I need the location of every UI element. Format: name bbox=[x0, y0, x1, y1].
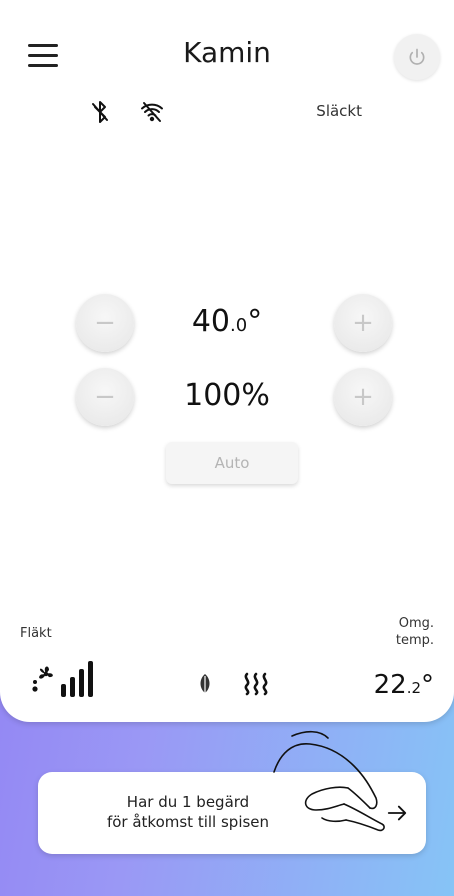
power-icon bbox=[409, 48, 425, 65]
bluetooth-off-icon bbox=[92, 101, 108, 123]
fan-label: Fläkt bbox=[20, 626, 52, 641]
plus-icon: + bbox=[352, 382, 374, 412]
plus-icon: + bbox=[352, 308, 374, 338]
ambient-temp-value: 22.2° bbox=[373, 670, 434, 700]
power-increase-button[interactable]: + bbox=[334, 368, 392, 426]
power-button[interactable] bbox=[394, 34, 440, 80]
ambient-temp-label: Omg. temp. bbox=[395, 616, 434, 648]
auto-button[interactable]: Auto bbox=[166, 442, 298, 484]
status-text: Släckt bbox=[316, 102, 362, 120]
page-title: Kamin bbox=[183, 36, 271, 69]
temperature-increase-button[interactable]: + bbox=[334, 294, 392, 352]
main-card: Kamin Släckt − 40.0° + − 100% + Auto Flä… bbox=[0, 0, 454, 722]
signal-bars-icon bbox=[61, 661, 93, 697]
leaf-icon bbox=[200, 674, 210, 694]
wifi-off-icon bbox=[141, 102, 163, 122]
fan-icon[interactable] bbox=[30, 662, 62, 694]
heat-icon bbox=[244, 672, 268, 696]
tap-hand-icon bbox=[273, 730, 385, 832]
